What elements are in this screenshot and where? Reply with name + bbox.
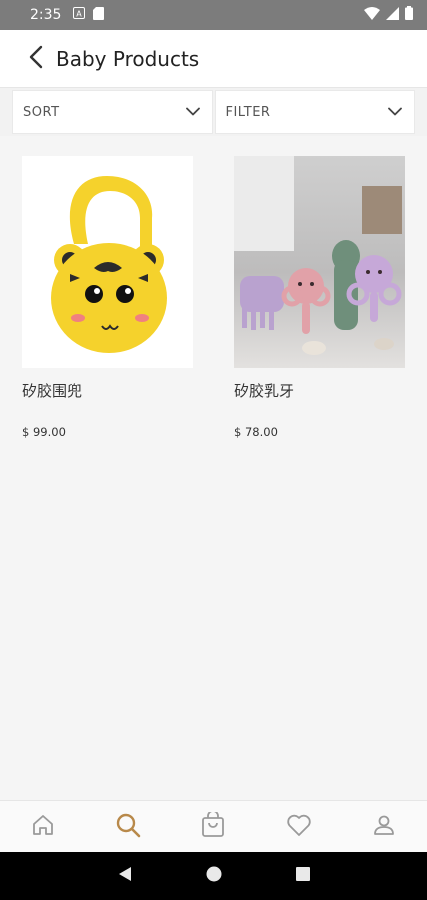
square-recents-icon <box>295 866 311 886</box>
chevron-down-icon <box>185 105 200 120</box>
home-icon <box>31 813 55 841</box>
svg-text:A: A <box>77 10 83 19</box>
product-price: $ 78.00 <box>234 425 278 439</box>
back-arrow-icon <box>28 45 44 73</box>
sort-filter-bar: SORT FILTER <box>0 88 427 136</box>
sort-label: SORT <box>23 104 60 120</box>
system-back-button[interactable] <box>105 856 145 896</box>
system-recents-button[interactable] <box>283 856 323 896</box>
product-name[interactable]: 矽胶乳牙 <box>234 380 405 401</box>
sort-dropdown[interactable]: SORT <box>12 90 213 134</box>
wifi-icon <box>364 6 380 24</box>
product-grid: 矽胶围兜 $ 99.00 矽胶乳牙 $ 78.00 <box>0 156 427 439</box>
account-icon <box>372 813 396 841</box>
nav-home-button[interactable] <box>19 803 67 851</box>
product-price: $ 99.00 <box>22 425 66 439</box>
product-name[interactable]: 矽胶围兜 <box>22 380 193 401</box>
filter-dropdown[interactable]: FILTER <box>214 90 415 134</box>
battery-icon <box>405 6 413 24</box>
product-image-teether[interactable] <box>234 156 405 368</box>
heart-icon <box>286 813 312 841</box>
sim-card-icon <box>93 6 105 24</box>
filter-label: FILTER <box>225 104 271 120</box>
nav-wishlist-button[interactable] <box>275 803 323 851</box>
back-button[interactable] <box>12 35 60 83</box>
nav-search-button[interactable] <box>104 803 152 851</box>
system-nav-bar <box>0 852 427 900</box>
bottom-nav <box>0 800 427 852</box>
nav-account-button[interactable] <box>360 803 408 851</box>
chevron-down-icon <box>388 105 402 120</box>
product-card[interactable]: 矽胶围兜 $ 99.00 <box>22 156 193 439</box>
cell-signal-icon <box>386 6 399 24</box>
circle-home-icon <box>206 866 222 886</box>
triangle-back-icon <box>117 866 133 886</box>
product-image-bib[interactable] <box>22 156 193 368</box>
app-bar: Baby Products <box>0 30 427 88</box>
page-title: Baby Products <box>56 46 200 71</box>
notification-a-icon: A <box>73 7 86 23</box>
status-time: 2:35 <box>30 7 62 23</box>
cart-icon <box>201 809 225 842</box>
product-card[interactable]: 矽胶乳牙 $ 78.00 <box>234 156 405 439</box>
status-bar: 2:35 A <box>0 0 427 30</box>
search-icon <box>115 812 141 842</box>
nav-cart-button[interactable] <box>189 803 237 851</box>
system-home-button[interactable] <box>194 856 234 896</box>
